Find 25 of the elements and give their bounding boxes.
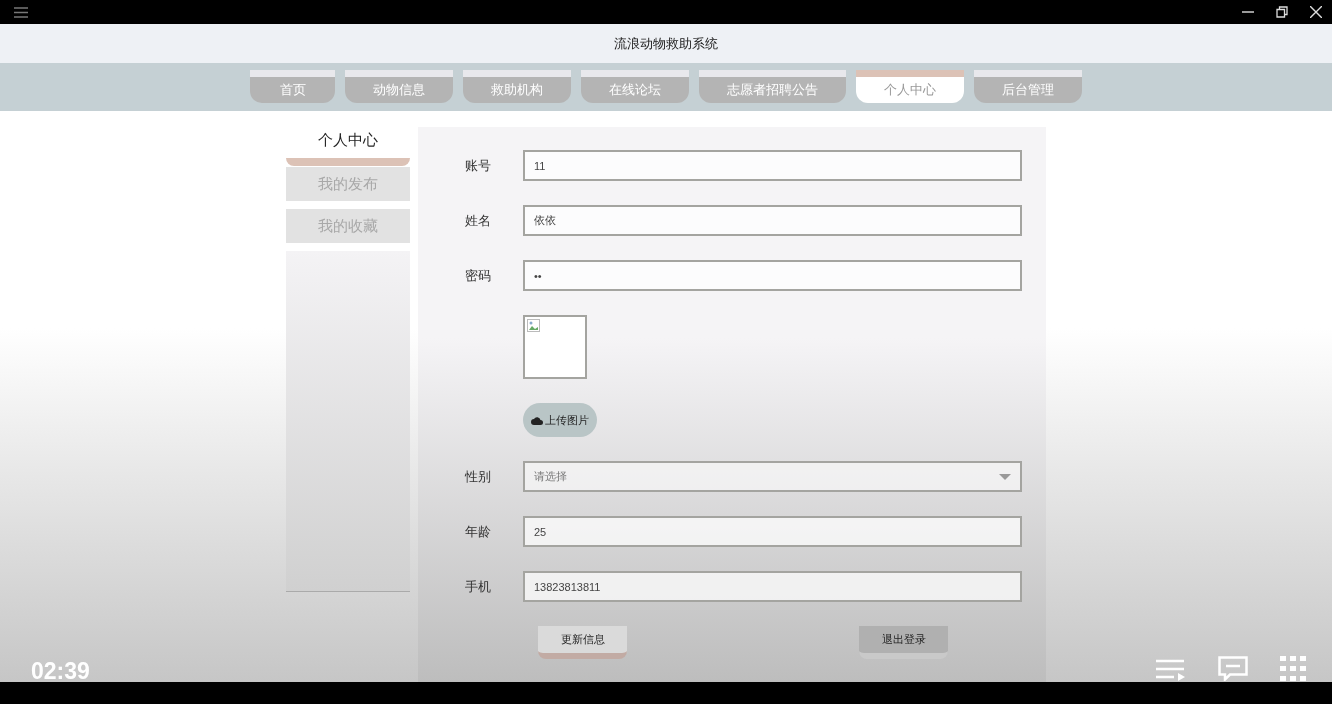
field-label: 年龄 (465, 522, 492, 541)
site-title: 流浪动物救助系统 (614, 34, 718, 53)
input-field[interactable]: 依依 (523, 205, 1022, 236)
dropdown-caret-icon (999, 473, 1011, 480)
select-field[interactable]: 请选择 (523, 461, 1022, 492)
field-label: 性别 (465, 467, 492, 486)
nav-tab[interactable]: 个人中心 (856, 70, 964, 103)
menu-icon[interactable] (14, 6, 28, 18)
close-icon[interactable] (1310, 6, 1322, 18)
restore-icon[interactable] (1276, 6, 1288, 18)
input-field[interactable]: 25 (523, 516, 1022, 547)
cloud-icon (531, 415, 543, 425)
video-timestamp: 02:39 (31, 658, 90, 685)
field-label: 密码 (465, 266, 492, 285)
broken-image-icon (527, 319, 541, 333)
field-label: 手机 (465, 577, 492, 596)
logout-button[interactable]: 退出登录 (859, 626, 948, 659)
field-label: 姓名 (465, 211, 492, 230)
upload-button[interactable]: 上传图片 (523, 403, 597, 437)
field-label: 账号 (465, 156, 492, 175)
input-field[interactable]: •• (523, 260, 1022, 291)
update-button[interactable]: 更新信息 (538, 626, 627, 659)
input-field[interactable]: 13823813811 (523, 571, 1022, 602)
sidebar-title: 个人中心 (317, 130, 379, 150)
input-field[interactable]: 11 (523, 150, 1022, 181)
